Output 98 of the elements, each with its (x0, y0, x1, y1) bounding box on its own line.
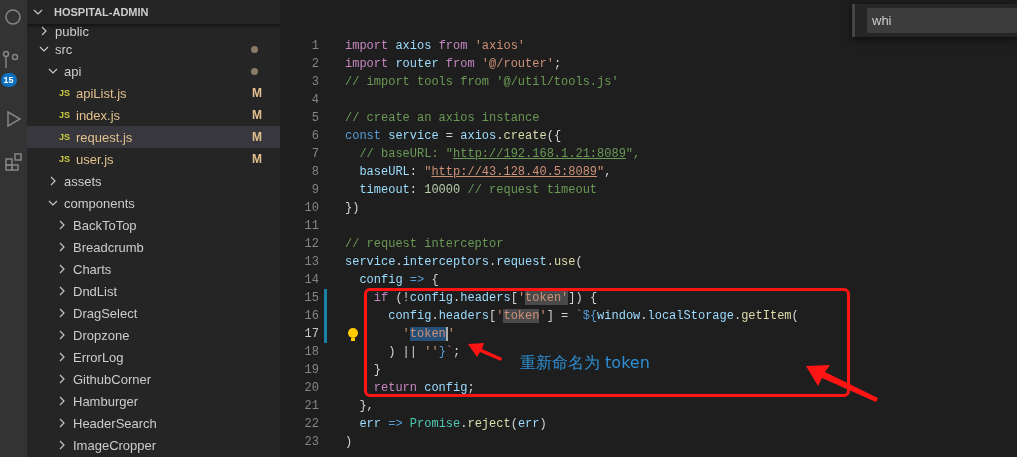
file-item[interactable]: JS user.js M (27, 148, 280, 170)
code-line: ) (345, 435, 353, 449)
folder-item[interactable]: Dropzone (27, 324, 280, 346)
line-number: 12 (303, 237, 319, 251)
file-item[interactable]: JS request.js M (27, 126, 280, 148)
folder-item[interactable]: HeaderSearch (27, 412, 280, 434)
line-number: 17 (303, 327, 319, 341)
line-number: 15 (303, 291, 319, 305)
line-number: 11 (303, 219, 319, 233)
line-number: 3 (310, 75, 319, 89)
js-file-icon: JS (59, 110, 76, 120)
project-title[interactable]: HOSPITAL-ADMIN (54, 6, 149, 18)
code-line: if (!config.headers['token']) { (372, 291, 598, 305)
notification-badge: 15 (0, 73, 17, 87)
line-number: 14 (303, 273, 319, 287)
chevron-right-icon (57, 220, 67, 230)
chevron-right-icon (57, 308, 67, 318)
line-number: 7 (310, 147, 319, 161)
chevron-right-icon (39, 26, 49, 36)
chevron-down-icon (33, 7, 43, 17)
chevron-right-icon (57, 242, 67, 252)
file-item[interactable]: JS apiList.js M (27, 82, 280, 104)
line-number: 21 (303, 399, 319, 413)
code-line: baseURL: "http://43.128.40.5:8089", (358, 165, 612, 179)
code-line: 'token ' (345, 327, 456, 341)
folder-item[interactable]: DndList (27, 280, 280, 302)
chevron-right-icon (57, 330, 67, 340)
chevron-right-icon (57, 440, 67, 450)
folder-item[interactable]: Breadcrumb (27, 236, 280, 258)
code-line: }, (358, 399, 374, 413)
js-file-icon: JS (59, 132, 76, 142)
chevron-down-icon (48, 66, 58, 76)
line-number: 10 (303, 201, 319, 215)
line-number: 2 (310, 57, 319, 71)
code-line: ) || ''}`; (387, 345, 461, 359)
code-line: // request interceptor (345, 237, 504, 251)
git-status: M (252, 86, 262, 100)
code-line: // baseURL: "http://192.168.1.21:8089", (358, 147, 641, 161)
code-line: }) (345, 201, 360, 215)
line-number: 6 (310, 129, 319, 143)
folder-item[interactable]: assets (27, 170, 280, 192)
git-status: M (252, 152, 262, 166)
chevron-right-icon (57, 286, 67, 296)
code-line: config => { (358, 273, 439, 287)
annotation-text: 重新命名为 token (520, 353, 650, 374)
folder-item[interactable]: Hamburger (27, 390, 280, 412)
code-line: // create an axios instance (345, 111, 540, 125)
code-line: // import tools from '@/util/tools.js' (345, 75, 619, 89)
folder-item[interactable]: ErrorLog (27, 346, 280, 368)
line-number: 23 (303, 435, 319, 449)
line-number: 4 (310, 93, 319, 107)
folder-item[interactable]: Charts (27, 258, 280, 280)
chevron-right-icon (57, 418, 67, 428)
code-line: err => Promise.reject(err) (358, 417, 547, 431)
line-number: 13 (303, 255, 319, 269)
line-number: 19 (303, 363, 319, 377)
chevron-down-icon (39, 44, 49, 54)
folder-item[interactable]: components (27, 192, 280, 214)
chevron-right-icon (57, 352, 67, 362)
js-file-icon: JS (59, 88, 76, 98)
search-icon[interactable] (3, 8, 24, 28)
folder-item[interactable]: src (27, 38, 280, 60)
chevron-down-icon (48, 198, 58, 208)
line-number: 16 (303, 309, 319, 323)
chevron-right-icon (48, 176, 58, 186)
line-number: 22 (303, 417, 319, 431)
folder-item[interactable]: api (27, 60, 280, 82)
find-input[interactable]: whi (867, 8, 1017, 33)
folder-item[interactable]: public (27, 24, 280, 38)
line-number: 20 (303, 381, 319, 395)
folder-item[interactable]: BackToTop (27, 214, 280, 236)
line-number: 5 (310, 111, 319, 125)
arrow (468, 343, 502, 361)
code-line: import router from '@/router'; (345, 57, 562, 71)
code-line: service.interceptors.request.use( (345, 255, 583, 269)
chevron-right-icon (57, 264, 67, 274)
folder-item[interactable]: DragSelect (27, 302, 280, 324)
line-number: 8 (310, 165, 319, 179)
js-file-icon: JS (59, 154, 76, 164)
code-line: const service = axios.create({ (345, 129, 562, 143)
extensions-icon[interactable] (3, 151, 24, 171)
line-number: 9 (310, 183, 319, 197)
code-line: import axios from 'axios' (345, 39, 526, 53)
code-line: } (372, 363, 381, 377)
folder-item[interactable]: GithubCorner (27, 368, 280, 390)
chevron-right-icon (57, 396, 67, 406)
code-line: return config; (372, 381, 475, 395)
folder-item[interactable]: ImageCropper (27, 434, 280, 456)
git-status: M (252, 130, 262, 144)
code-line: config.headers['token'] = `${window.localStorage.getItem( (387, 309, 799, 323)
file-item[interactable]: JS index.js M (27, 104, 280, 126)
chevron-right-icon (57, 374, 67, 384)
git-status: M (252, 108, 262, 122)
line-number: 18 (303, 345, 319, 359)
line-number: 1 (310, 39, 319, 53)
arrow (806, 365, 878, 402)
lightbulb-icon[interactable] (347, 327, 359, 343)
code-line: timeout: 10000 // request timeout (358, 183, 598, 197)
